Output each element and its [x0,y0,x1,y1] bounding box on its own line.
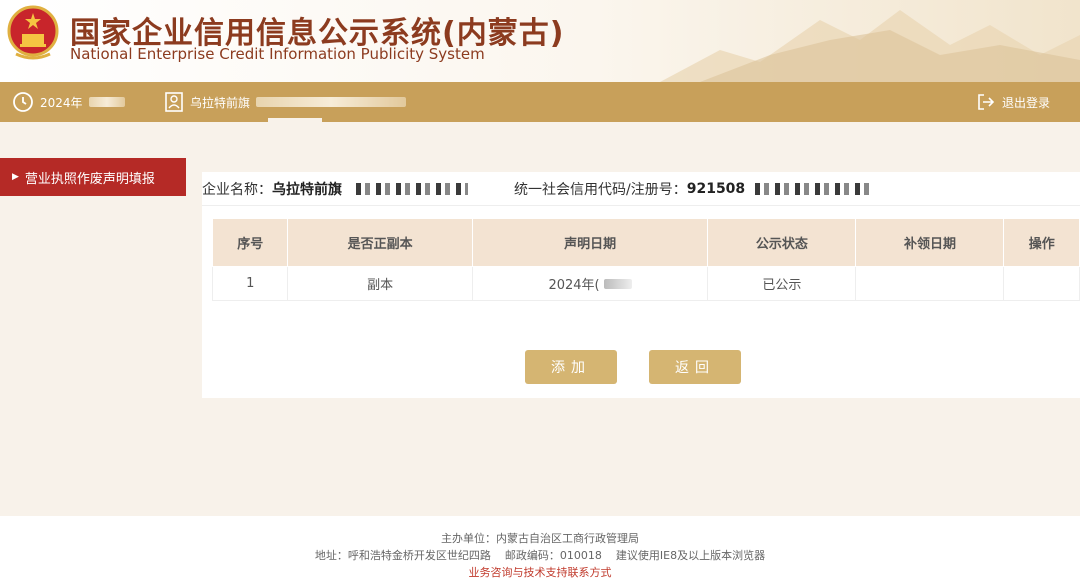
col-copy-type: 是否正副本 [287,218,473,267]
logout-icon [978,94,995,110]
credit-code-label: 统一社会信用代码/注册号： [514,181,687,198]
add-button[interactable]: 添加 [525,350,617,384]
back-button[interactable]: 返回 [649,350,741,384]
declaration-date-text: 2024年( [548,278,600,293]
clock-icon [13,92,33,112]
mountain-landscape-decoration [660,10,1080,82]
triangle-right-icon: ▶ [12,172,19,182]
top-navbar: 2024年 乌拉特前旗 退出登录 [0,82,1080,122]
support-contact-link[interactable]: 业务咨询与技术支持联系方式 [0,564,1080,580]
declaration-table: 序号 是否正副本 声明日期 公示状态 补领日期 操作 1 副本 2024年( 已… [211,218,1080,301]
enterprise-info-row: 企业名称： 乌拉特前旗 统一社会信用代码/注册号： 921508 [202,172,1080,206]
table-header-row: 序号 是否正副本 声明日期 公示状态 补领日期 操作 [211,218,1080,267]
redacted-credit-code [755,182,876,195]
site-footer: 主办单位：内蒙古自治区工商行政管理局 地址：呼和浩特金桥开发区世纪四路 邮政编码… [0,516,1080,580]
col-reissue-date: 补领日期 [855,218,1005,267]
enterprise-text: 乌拉特前旗 [190,95,251,110]
enterprise-name-value: 乌拉特前旗 [272,181,342,198]
redacted-enterprise [256,97,407,107]
national-emblem-icon [7,5,59,60]
nav-active-indicator [268,118,322,122]
site-subtitle: National Enterprise Credit Information P… [70,45,485,63]
cell-action [1003,266,1080,301]
main-panel: 企业名称： 乌拉特前旗 统一社会信用代码/注册号： 921508 序号 是否正副… [202,172,1080,398]
redacted-date [88,97,125,107]
footer-address: 地址：呼和浩特金桥开发区世纪四路 邮政编码：010018 建议使用IE8及以上版… [314,549,766,562]
cell-publicity-status: 已公示 [707,266,857,301]
sidebar-item-label: 营业执照作废声明填报 [24,171,155,187]
user-card-icon [165,92,183,112]
col-action: 操作 [1003,218,1080,267]
cell-reissue-date [855,266,1005,301]
col-seq: 序号 [211,218,289,267]
current-date: 2024年 [12,82,125,122]
cell-copy-type: 副本 [287,266,473,301]
col-publicity-status: 公示状态 [707,218,857,267]
redacted-date [603,279,632,289]
footer-host: 主办单位：内蒙古自治区工商行政管理局 [441,532,639,545]
sidebar-item-license-void-declaration[interactable]: ▶ 营业执照作废声明填报 [0,158,186,196]
date-text: 2024年 [40,95,83,110]
site-header: 国家企业信用信息公示系统(内蒙古) National Enterprise Cr… [0,0,1080,82]
enterprise-name-label: 企业名称： [202,181,272,198]
table-row: 1 副本 2024年( 已公示 [211,266,1080,301]
logout-link[interactable]: 退出登录 [976,82,1050,122]
cell-declaration-date: 2024年( [471,266,709,301]
col-declaration-date: 声明日期 [471,218,709,267]
redacted-enterprise-name [356,182,468,195]
logout-label: 退出登录 [1001,95,1050,110]
credit-code-value: 921508 [686,180,746,197]
current-enterprise: 乌拉特前旗 [164,82,407,122]
cell-seq: 1 [211,266,289,301]
